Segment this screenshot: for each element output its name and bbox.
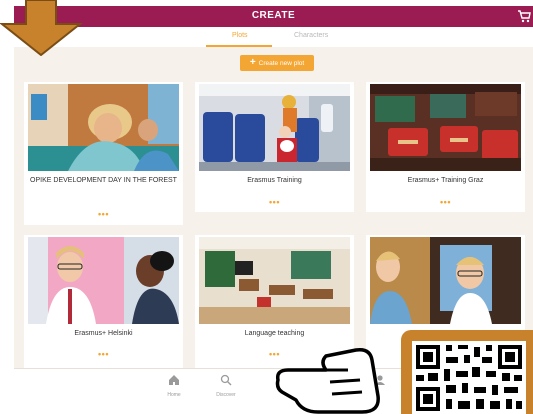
search-icon bbox=[220, 374, 232, 386]
plus-icon: + bbox=[249, 57, 256, 68]
tab-characters[interactable]: Characters bbox=[294, 32, 328, 39]
create-new-plot-label: Create new plot bbox=[258, 59, 305, 67]
pointing-hand-icon bbox=[275, 347, 380, 414]
screen: CREATE Plots Characters + Create new plo… bbox=[0, 0, 533, 414]
home-icon bbox=[169, 375, 179, 385]
arrow-down-icon bbox=[0, 0, 83, 56]
page-title: CREATE bbox=[251, 10, 296, 21]
nav-discover[interactable]: Discover bbox=[206, 373, 246, 398]
qr-code-icon[interactable] bbox=[412, 341, 526, 414]
more-options-icon[interactable]: ••• bbox=[24, 209, 183, 219]
cart-icon[interactable] bbox=[517, 10, 531, 23]
plot-card[interactable]: Erasmus+ Training Graz ••• bbox=[366, 82, 525, 212]
active-tab-indicator bbox=[206, 45, 272, 47]
nav-discover-label: Discover bbox=[216, 392, 236, 398]
qr-code-panel bbox=[401, 330, 533, 414]
plot-title: Erasmus Training bbox=[247, 177, 302, 184]
plot-title: Erasmus+ Helsinki bbox=[74, 330, 133, 337]
plot-thumbnail bbox=[370, 84, 521, 171]
plot-thumbnail bbox=[199, 237, 350, 324]
more-options-icon[interactable]: ••• bbox=[195, 197, 354, 207]
nav-home[interactable]: Home bbox=[154, 373, 194, 398]
plot-card[interactable]: OPIKE DEVELOPMENT DAY IN THE FOREST ••• bbox=[24, 82, 183, 225]
plot-thumbnail bbox=[370, 237, 521, 324]
plot-title: Erasmus+ Training Graz bbox=[407, 177, 484, 184]
plot-card[interactable]: Erasmus+ Helsinki ••• bbox=[24, 235, 183, 368]
create-new-plot-button[interactable]: + Create new plot bbox=[240, 55, 314, 71]
nav-home-label: Home bbox=[167, 392, 181, 398]
plot-thumbnail bbox=[28, 237, 179, 324]
plot-thumbnail bbox=[199, 84, 350, 171]
plot-thumbnail bbox=[28, 84, 179, 171]
tab-plots[interactable]: Plots bbox=[232, 32, 248, 39]
more-options-icon[interactable]: ••• bbox=[366, 197, 525, 207]
plot-card[interactable]: Erasmus Training ••• bbox=[195, 82, 354, 212]
more-options-icon[interactable]: ••• bbox=[24, 349, 183, 359]
plot-title: OPIKE DEVELOPMENT DAY IN THE FOREST bbox=[30, 177, 177, 184]
top-bar: CREATE bbox=[14, 6, 533, 27]
plot-title: Language teaching bbox=[244, 330, 305, 337]
tab-bar: Plots Characters bbox=[14, 27, 533, 47]
